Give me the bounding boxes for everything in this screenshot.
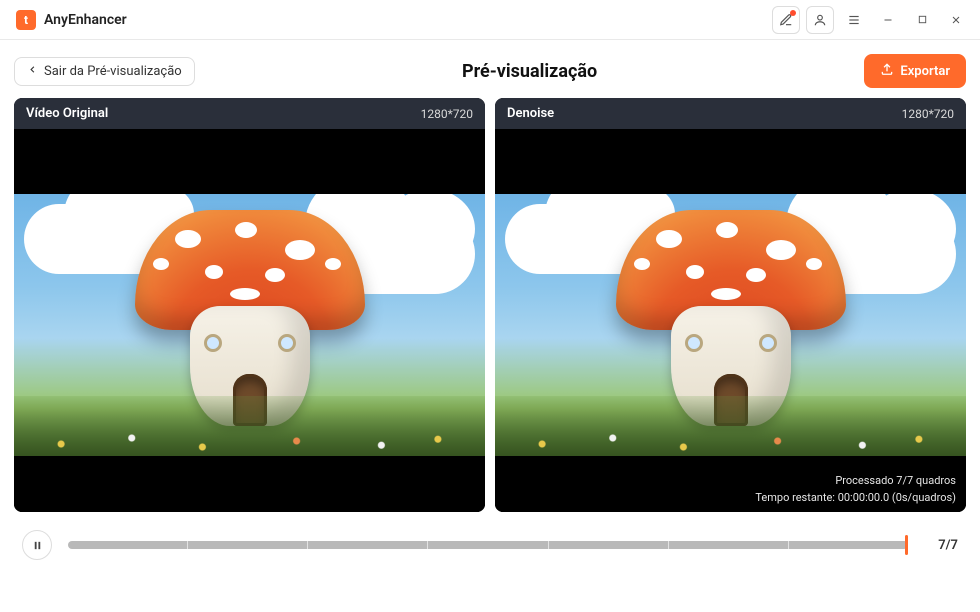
status-processed: Processado 7/7 quadros	[755, 473, 956, 490]
status-remaining: Tempo restante: 00:00:00.0 (0s/quadros)	[755, 490, 956, 507]
compare-area: Vídeo Original 1280*720	[14, 98, 966, 512]
timeline-track[interactable]	[68, 541, 908, 549]
panel-original-title: Vídeo Original	[26, 106, 108, 121]
edit-icon[interactable]	[772, 6, 800, 34]
letterbox: Processado 7/7 quadros Tempo restante: 0…	[495, 456, 966, 512]
app-logo-icon: t	[16, 10, 36, 30]
panel-original: Vídeo Original 1280*720	[14, 98, 485, 512]
letterbox	[14, 456, 485, 512]
panel-denoise-title: Denoise	[507, 106, 554, 121]
page-title: Pré-visualização	[462, 61, 597, 82]
export-label: Exportar	[900, 64, 950, 79]
main: Sair da Pré-visualização Pré-visualizaçã…	[0, 40, 980, 560]
titlebar-right	[772, 6, 970, 34]
panel-original-resolution: 1280*720	[421, 107, 473, 121]
panel-denoise-frame: Processado 7/7 quadros Tempo restante: 0…	[495, 132, 966, 512]
exit-preview-label: Sair da Pré-visualização	[44, 64, 182, 79]
frame-counter: 7/7	[924, 538, 958, 553]
export-button[interactable]: Exportar	[864, 54, 966, 88]
pause-icon	[32, 536, 43, 555]
export-icon	[880, 62, 894, 80]
video-frame-original	[14, 194, 485, 456]
panel-denoise-header: Denoise 1280*720	[495, 98, 966, 129]
video-frame-denoise	[495, 194, 966, 456]
window-close-icon[interactable]	[942, 6, 970, 34]
timeline-playhead[interactable]	[905, 535, 908, 555]
timeline-ticks	[68, 541, 908, 549]
exit-preview-button[interactable]: Sair da Pré-visualização	[14, 57, 195, 86]
window-maximize-icon[interactable]	[908, 6, 936, 34]
preview-toolbar: Sair da Pré-visualização Pré-visualizaçã…	[14, 54, 966, 88]
letterbox	[495, 132, 966, 194]
panel-denoise-resolution: 1280*720	[902, 107, 954, 121]
account-icon[interactable]	[806, 6, 834, 34]
pause-button[interactable]	[22, 530, 52, 560]
letterbox	[14, 132, 485, 194]
processing-status: Processado 7/7 quadros Tempo restante: 0…	[755, 473, 956, 506]
app-title: AnyEnhancer	[44, 12, 127, 28]
panel-denoise: Denoise 1280*720	[495, 98, 966, 512]
panel-original-header: Vídeo Original 1280*720	[14, 98, 485, 129]
menu-icon[interactable]	[840, 6, 868, 34]
titlebar: t AnyEnhancer	[0, 0, 980, 40]
chevron-left-icon	[27, 64, 38, 79]
timeline: 7/7	[14, 512, 966, 560]
panel-original-frame	[14, 132, 485, 512]
window-minimize-icon[interactable]	[874, 6, 902, 34]
titlebar-left: t AnyEnhancer	[16, 10, 127, 30]
